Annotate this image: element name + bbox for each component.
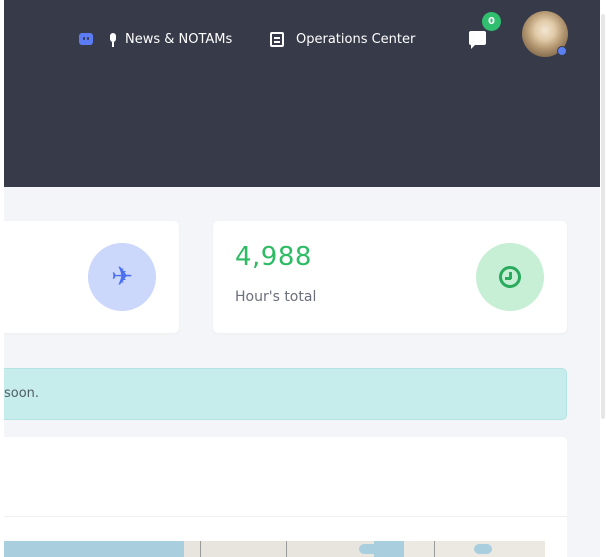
map-border-line: [434, 541, 435, 557]
flights-stat-card: ✈: [4, 221, 179, 333]
panel-divider: [4, 516, 567, 517]
plane-icon-circle: ✈: [88, 243, 156, 311]
page-edge: [0, 0, 4, 557]
map-lake: [474, 544, 492, 554]
hours-total-label: Hour's total: [235, 289, 317, 305]
online-status-dot: [557, 46, 567, 56]
page-scrollbar[interactable]: [600, 0, 606, 557]
clock-icon-circle: [476, 243, 544, 311]
hours-total-value: 4,988: [235, 242, 312, 272]
discord-icon: [79, 33, 93, 45]
message-count-badge: 0: [482, 12, 501, 31]
hours-stat-card: 4,988 Hour's total: [213, 221, 567, 333]
book-icon: [270, 31, 284, 47]
map-view[interactable]: [4, 541, 545, 557]
map-land: [184, 541, 374, 557]
plane-icon: ✈: [111, 262, 133, 292]
alert-text: soon.: [4, 386, 40, 401]
clock-icon: [499, 266, 521, 288]
operations-center-link[interactable]: Operations Center: [270, 28, 415, 50]
news-notams-label: News & NOTAMs: [125, 31, 233, 47]
map-border-line: [286, 541, 287, 557]
chat-icon[interactable]: [469, 31, 486, 49]
info-alert: soon.: [4, 368, 567, 420]
map-lake: [359, 544, 387, 554]
discord-link[interactable]: [79, 28, 100, 50]
map-border-line: [200, 541, 201, 557]
map-panel: [4, 437, 567, 557]
microphone-icon: [110, 33, 116, 47]
top-navbar: News & NOTAMs Operations Center 0: [4, 0, 601, 187]
scrollbar-thumb[interactable]: [601, 14, 605, 419]
operations-center-label: Operations Center: [296, 31, 416, 47]
news-notams-link[interactable]: News & NOTAMs: [110, 28, 232, 50]
